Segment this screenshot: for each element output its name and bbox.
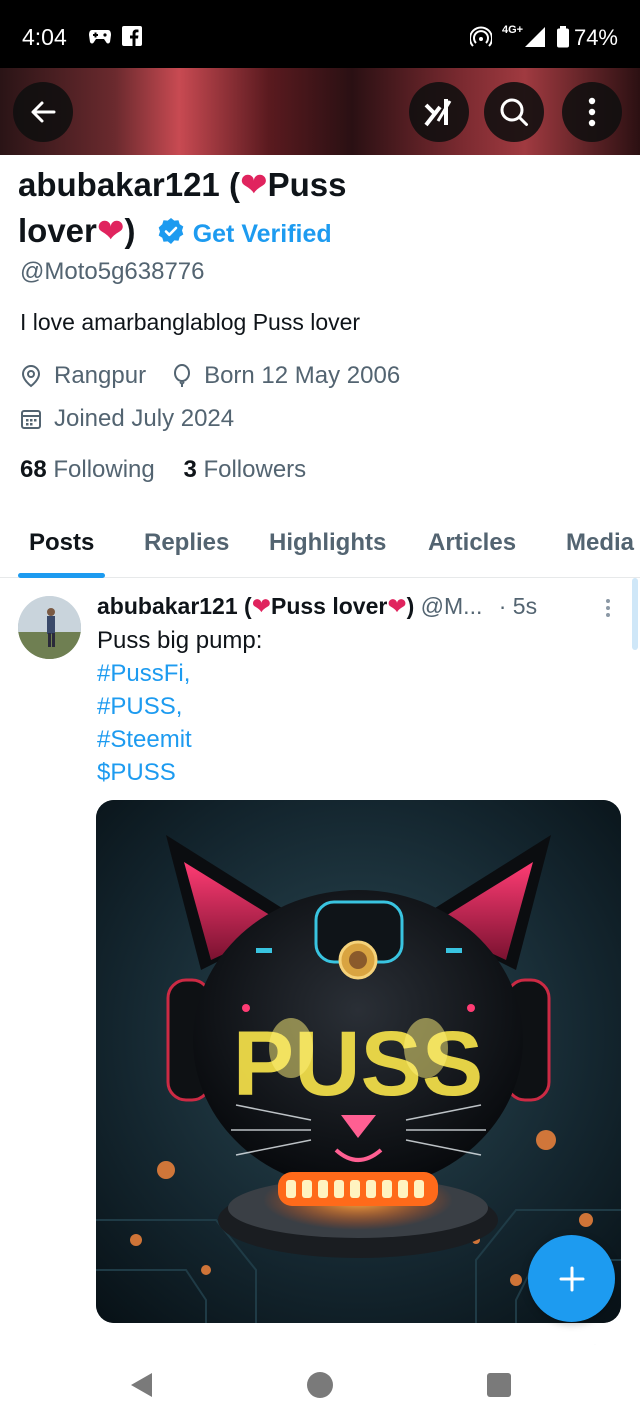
following-link[interactable]: 68 Following: [20, 456, 155, 483]
profile-tabs: Posts Replies Highlights Articles Media: [0, 512, 640, 578]
nav-home-icon[interactable]: [306, 1371, 334, 1399]
back-button[interactable]: [13, 82, 73, 142]
hotspot-icon: [469, 26, 493, 53]
search-button[interactable]: [484, 82, 544, 142]
following-label: Following: [53, 456, 155, 483]
cashtag-link[interactable]: $PUSS: [97, 756, 262, 789]
profile-location: Rangpur: [54, 362, 147, 389]
profile-birthday: Born 12 May 2006: [204, 362, 401, 389]
android-nav-bar: [0, 1345, 640, 1422]
search-icon: [500, 98, 528, 126]
profile-banner: [0, 68, 640, 155]
image-puss-text: PUSS: [233, 1013, 484, 1115]
more-vertical-icon: [588, 97, 596, 127]
tab-highlights[interactable]: Highlights: [269, 529, 386, 557]
verified-badge-icon: [158, 218, 184, 244]
hashtag-link[interactable]: #PUSS,: [97, 690, 262, 723]
post-header: abubakar121 (❤Puss lover❤) @M... · 5s: [97, 593, 617, 620]
profile-bio: I love amarbanglablog Puss lover: [20, 309, 361, 335]
followers-link[interactable]: 3 Followers: [183, 456, 306, 483]
nav-recents-icon[interactable]: [486, 1372, 512, 1398]
calendar-icon: [21, 410, 41, 429]
post-author-name[interactable]: abubakar121 (❤Puss lover❤): [97, 593, 414, 619]
post-text: Puss big pump: #PussFi, #PUSS, #Steemit …: [97, 624, 262, 789]
hashtag-link[interactable]: #PussFi,: [97, 657, 262, 690]
tab-posts[interactable]: Posts: [29, 529, 94, 557]
profile-joined-row: Joined July 2024: [20, 405, 234, 433]
profile-name-text-4: ): [124, 212, 136, 249]
compose-button[interactable]: [528, 1235, 615, 1322]
grok-icon: [424, 99, 452, 127]
battery-icon: [556, 26, 570, 53]
tab-media[interactable]: Media: [566, 529, 634, 557]
tab-articles[interactable]: Articles: [428, 529, 516, 557]
location-pin-icon: [21, 364, 41, 388]
followers-label: Followers: [203, 456, 307, 483]
active-tab-indicator: [18, 573, 105, 578]
facebook-icon: [122, 26, 142, 51]
profile-handle: @Moto5g638776: [20, 258, 205, 285]
nav-back-icon[interactable]: [128, 1371, 154, 1399]
get-verified-link[interactable]: Get Verified: [193, 220, 332, 248]
post-author-text-2: Puss lover: [270, 593, 388, 619]
avatar[interactable]: [18, 596, 81, 659]
game-controller-icon: [88, 26, 112, 51]
battery-percent: 74%: [573, 25, 618, 50]
status-bar: 4:04 4G+ 74%: [0, 0, 640, 68]
heart-icon: ❤: [96, 212, 125, 249]
hashtag-link[interactable]: #Steemit: [97, 723, 262, 756]
heart-icon: ❤: [239, 166, 268, 203]
post-author-text: abubakar121 (: [97, 593, 252, 619]
profile-name-text: abubakar121 (: [18, 166, 240, 203]
tab-replies[interactable]: Replies: [144, 529, 229, 557]
network-type: 4G+: [502, 24, 524, 36]
post-timestamp: · 5s: [498, 593, 538, 619]
balloon-icon: [174, 364, 191, 387]
followers-count: 3: [183, 456, 197, 483]
more-options-button[interactable]: [562, 82, 622, 142]
scrollbar[interactable]: [632, 578, 638, 650]
heart-icon: ❤: [387, 593, 407, 619]
post-body: Puss big pump:: [97, 627, 263, 654]
arrow-left-icon: [31, 101, 56, 123]
profile-name-text-3: lover: [18, 212, 97, 249]
follow-stats: 68 Following 3 Followers: [20, 456, 306, 484]
plus-icon: [559, 1266, 584, 1291]
heart-icon: ❤: [251, 593, 271, 619]
profile-name-text-2: Puss: [267, 166, 347, 203]
status-time: 4:04: [22, 24, 67, 50]
signal-icon: [524, 26, 546, 53]
profile-joined: Joined July 2024: [54, 405, 235, 432]
post-more-icon[interactable]: [604, 597, 612, 619]
post-author-handle: @M...: [420, 593, 483, 619]
following-count: 68: [20, 456, 47, 483]
post-author-text-3: ): [406, 593, 415, 619]
grok-button[interactable]: [409, 82, 469, 142]
profile-meta-row: Rangpur Born 12 May 2006: [20, 362, 400, 390]
profile-name: abubakar121 (❤Puss lover❤) Get Verified: [18, 162, 618, 257]
